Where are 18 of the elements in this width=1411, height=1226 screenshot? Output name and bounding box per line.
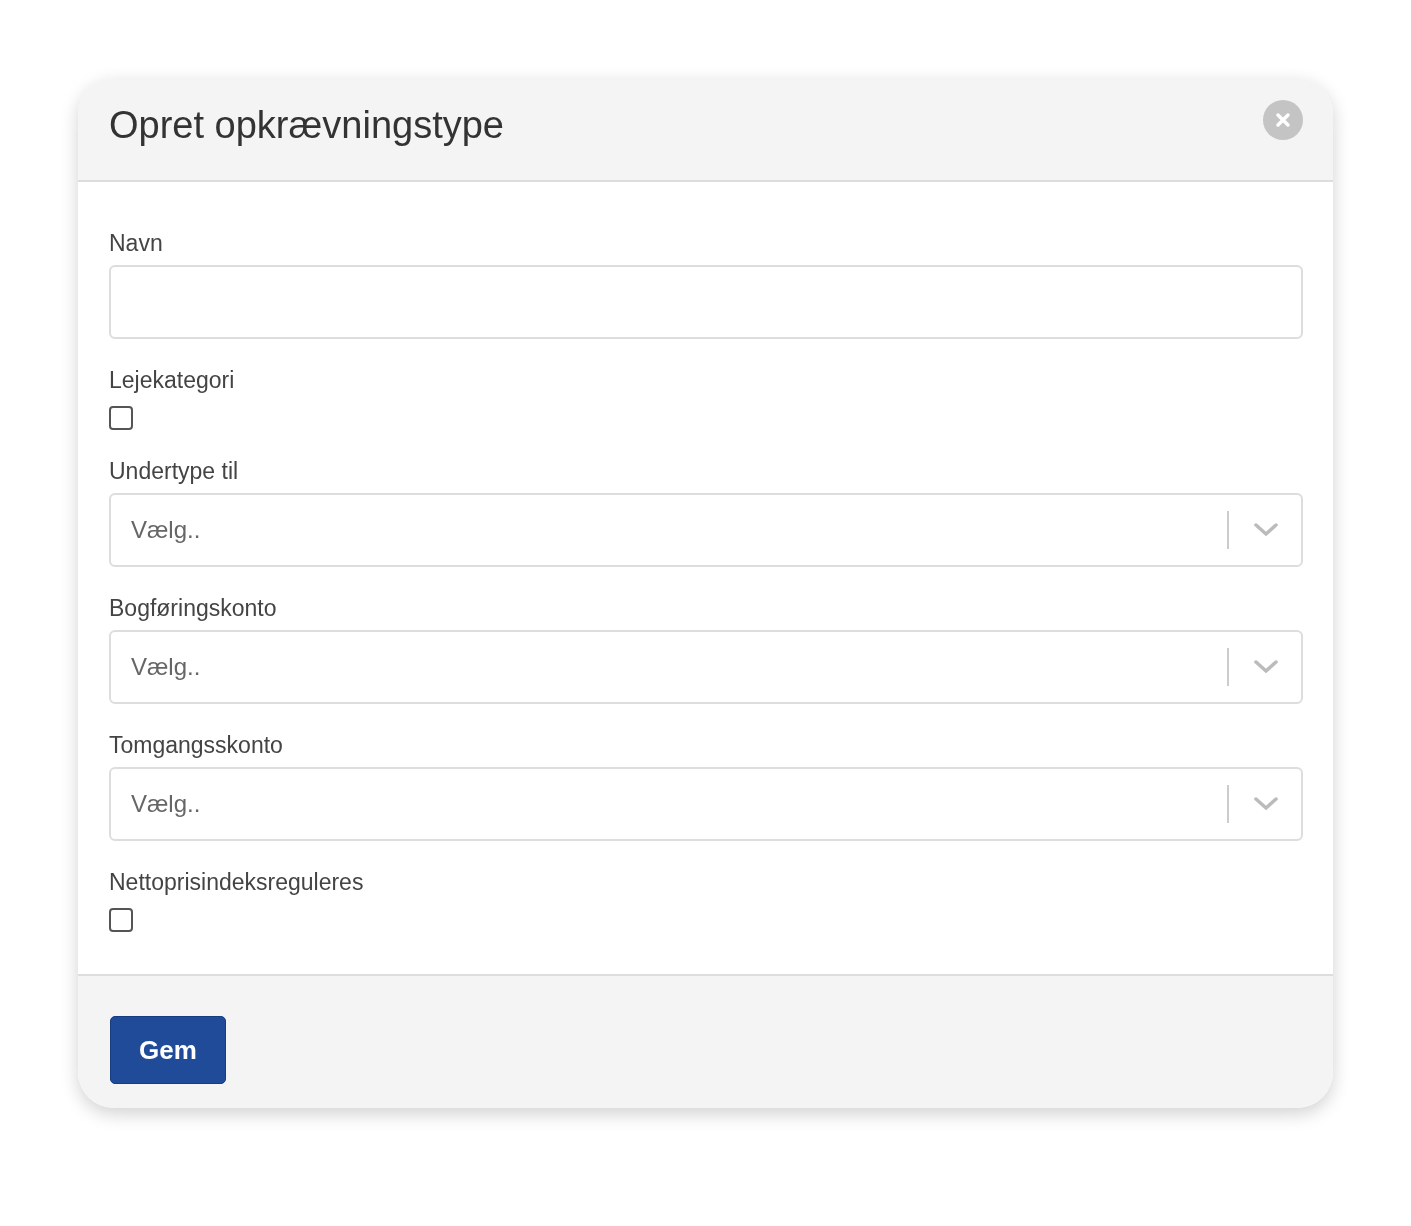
select-field[interactable]: Vælg.. [109, 630, 1303, 704]
chevron-down-icon [1253, 659, 1279, 675]
checkbox[interactable] [109, 406, 133, 430]
checkbox[interactable] [109, 908, 133, 932]
field-label: Bogføringskonto [109, 595, 278, 622]
select-field[interactable]: Vælg.. [109, 493, 1303, 567]
field-label: Lejekategori [109, 367, 236, 394]
field-label: Undertype til [109, 458, 240, 485]
field-label: Navn [109, 230, 164, 257]
field-label: Tomgangsskonto [109, 732, 284, 759]
dialog-title: Opret opkrævningstype [109, 103, 504, 147]
field-label: Nettoprisindeksreguleres [109, 869, 365, 896]
chevron-down-icon [1253, 796, 1279, 812]
close-icon [1275, 112, 1291, 128]
save-button[interactable]: Gem [110, 1016, 226, 1084]
select-field[interactable]: Vælg.. [109, 767, 1303, 841]
input-field[interactable] [109, 265, 1303, 339]
chevron-down-icon [1253, 522, 1279, 538]
